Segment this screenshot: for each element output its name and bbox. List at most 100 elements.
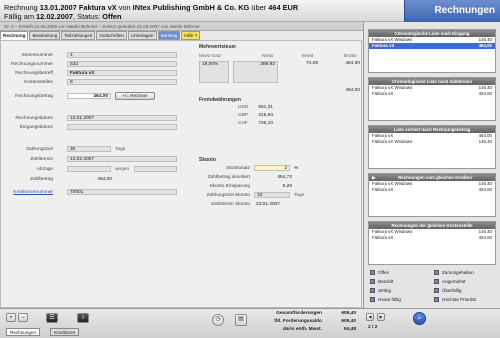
skontosatz-field[interactable]: 2 — [254, 165, 290, 171]
due-line: Fällig am 12.02.2007, Status: Offen — [4, 12, 122, 21]
info-icon: i — [82, 315, 84, 321]
fx-chf-value: 726,10 — [258, 121, 273, 126]
fx-chf-label: CHF — [238, 121, 248, 126]
list-item[interactable]: Faktura vX 464,00 — [369, 187, 495, 193]
info-button[interactable]: i — [77, 313, 89, 323]
skonto-ziel-label: Zahlungsziel Skonto — [206, 193, 250, 198]
betreff-field[interactable]: Faktura vX — [67, 70, 177, 76]
mwst-sum-value: 94,48 — [343, 327, 356, 332]
status-color-icon — [434, 270, 439, 275]
mwst-col-brutto: Brutto — [344, 54, 357, 59]
layout-title: Rechnungen — [404, 0, 500, 22]
play-icon[interactable]: ▶ — [372, 174, 375, 181]
saldo-value: 609,40 — [341, 319, 356, 324]
kostenstelle-label: Kostenstellen — [24, 80, 53, 85]
list-view-button[interactable]: ☰ — [46, 313, 58, 323]
mwst-mwst-value: 74,08 — [305, 61, 318, 66]
skonto-ziel-tage: Tage — [294, 193, 305, 198]
wegen-field[interactable] — [134, 166, 177, 172]
record-counter: 2 / 2 — [368, 325, 378, 330]
legend-angemahnt[interactable]: Angemahnt — [434, 279, 466, 284]
tab-hilfe[interactable]: Hilfe ? — [181, 31, 201, 40]
status-color-icon — [370, 288, 375, 293]
list-icon: ☰ — [49, 315, 55, 321]
tab-bearbeitung[interactable]: Bearbeitung — [29, 31, 61, 40]
mwst-col-netto: Netto — [262, 54, 274, 59]
list-item-selected[interactable]: Faktura vX 464,00 — [369, 43, 495, 49]
prev-record-button[interactable]: ◀ — [366, 313, 374, 321]
panel-title: Chronologische Liste nach Zahltermin — [369, 78, 495, 85]
mwst-sum-label: darin enth. Mwst. — [282, 327, 322, 332]
betrag-label: Rechnungsbetrag — [15, 94, 53, 99]
betrag-field[interactable]: 464,00 — [67, 93, 111, 99]
next-record-button[interactable]: ▶ — [377, 313, 385, 321]
invoice-date: 13.01.2007 — [39, 3, 77, 12]
kreditorennummer-field[interactable]: 70001 — [67, 189, 177, 195]
status-color-icon — [434, 288, 439, 293]
zahlbetrag-value: 464,00 — [97, 177, 112, 182]
rechnungsdatum-label: Rechnungsdatum — [15, 116, 53, 121]
bottom-tab-kreditoren[interactable]: Kreditoren — [50, 328, 80, 336]
panel-title: Liste sortiert nach Rechnungsbetrag — [369, 126, 495, 133]
tab-unterlagen[interactable]: Unterlagen — [128, 31, 157, 40]
fx-usd-value: 551,31 — [258, 105, 273, 110]
abzuge-field[interactable] — [67, 166, 111, 172]
list-item[interactable]: Faktura vX Windows 145,40 — [369, 139, 495, 145]
status-color-icon — [370, 270, 375, 275]
kreditorennummer-link[interactable]: Kreditorennummer — [3, 190, 53, 195]
mwst-netto-field[interactable]: 389,92 — [233, 61, 278, 83]
panel-gleiche-kostenstelle: Rechnungen der gleichen Kostenstelle Fak… — [368, 221, 496, 265]
search-button[interactable]: ⌕ — [413, 312, 426, 325]
zahltermin-field[interactable]: 12.02.2007 — [67, 156, 177, 162]
list-item[interactable]: Faktura vX 464,00 — [369, 235, 495, 241]
rechnungsdatum-field[interactable]: 13.01.2007 — [67, 115, 177, 121]
clock-button[interactable]: ◷ — [212, 314, 224, 326]
legend-hoechste-prioritaet[interactable]: Höchste Priorität — [434, 297, 476, 302]
legend-bezahlt[interactable]: Bezahlt — [370, 279, 393, 284]
rechner-button[interactable]: +/= Rechner — [115, 92, 155, 100]
tab-banking[interactable]: Banking — [157, 31, 181, 40]
chevron-left-icon: ◀ — [368, 314, 372, 319]
fx-usd-label: USD — [238, 105, 249, 110]
mwst-col-mwst: Mwst — [302, 54, 314, 59]
legend-ueberfaellig[interactable]: Überfällig — [434, 288, 461, 293]
rechnungsnummer-label: Rechnungsnummer — [11, 62, 53, 67]
skonto-zahlbetrag-value: 454,72 — [277, 175, 292, 180]
legend-zurueckgehalten[interactable]: Zurückgehalten — [434, 270, 474, 275]
invoice-subject: Faktura vX — [78, 3, 117, 12]
zahlbetrag-label: Zahlbetrag — [30, 177, 53, 182]
panel-title: Rechnungen der gleichen Kostenstelle — [369, 222, 495, 229]
invoice-summary-line: Rechnung 13.01.2007 Faktura vX von INtex… — [4, 3, 298, 12]
eingangsdatum-field[interactable] — [67, 124, 177, 130]
mwst-total-value: 464,00 — [345, 88, 360, 93]
clock-icon: ◷ — [215, 316, 221, 322]
von-text: von — [118, 3, 131, 12]
list-item[interactable]: Faktura vX 464,00 — [369, 91, 495, 97]
eingangsdatum-label: Eingangsdatum — [19, 125, 53, 130]
add-record-button[interactable]: + — [6, 313, 16, 322]
legend-heute-faellig[interactable]: Heute fällig — [370, 297, 401, 302]
invoice-amount: 464 EUR — [268, 3, 299, 12]
legend-strittig[interactable]: Strittig — [370, 288, 391, 293]
bottom-tab-rechnungen[interactable]: Rechnungen — [6, 328, 41, 336]
seriennummer-label: Seriennummer — [21, 53, 53, 58]
mwst-satz-field[interactable]: 19,00% — [199, 61, 229, 83]
legend-offen[interactable]: Offen — [370, 270, 389, 275]
gesamt-label: Gesamtforderungen — [276, 311, 322, 316]
remove-record-button[interactable]: − — [18, 313, 28, 322]
mwst-section-title: Mehrwertsteuer — [199, 44, 237, 50]
kostenstelle-field[interactable]: 8 — [67, 79, 177, 85]
print-button[interactable]: ▤ — [235, 314, 247, 326]
skonto-ziel-field[interactable]: 10 — [254, 192, 290, 198]
skonto-percent: % — [294, 166, 299, 171]
status-color-icon — [370, 279, 375, 284]
rechnungsnummer-field[interactable]: 533 — [67, 61, 177, 67]
chevron-right-icon: ▶ — [379, 314, 383, 319]
tab-gutschriften[interactable]: Gutschriften — [96, 31, 128, 40]
tab-rechnung[interactable]: Rechnung — [0, 31, 29, 40]
skonto-zahlbetrag-label: Zahlbetrag skontiert — [207, 175, 250, 180]
zahlungsziel-field[interactable]: 30 — [67, 146, 111, 152]
tab-teilzahlungen[interactable]: Teilzahlungen — [61, 31, 96, 40]
skontosatz-label: Skontosatz — [226, 166, 250, 171]
seriennummer-field[interactable]: 4 — [67, 52, 177, 58]
